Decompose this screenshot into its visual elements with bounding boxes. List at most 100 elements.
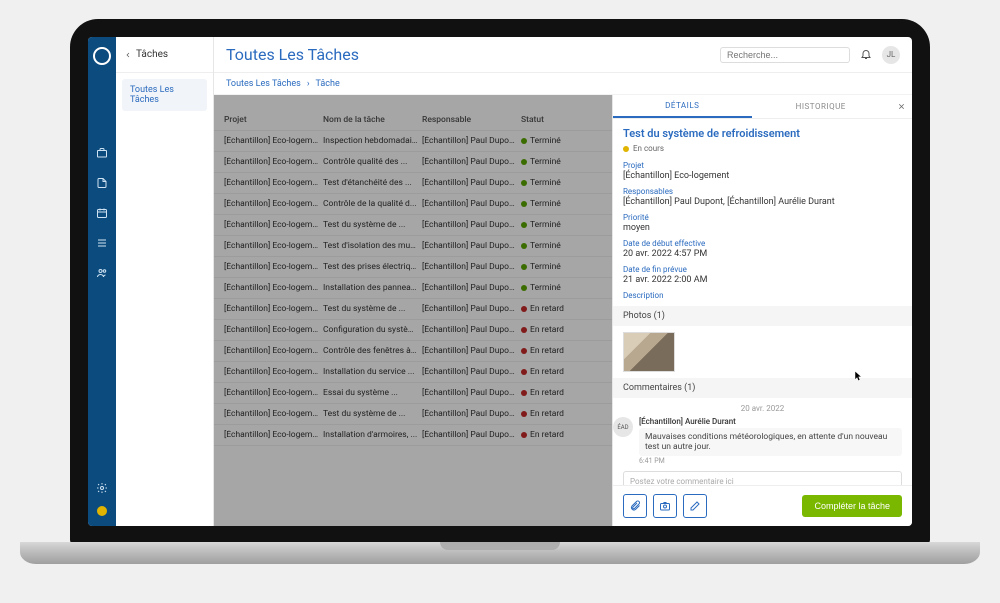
camera-button[interactable] — [653, 494, 677, 518]
complete-task-button[interactable]: Compléter la tâche — [802, 495, 902, 517]
sub-sidebar-header[interactable]: Tâches — [116, 37, 213, 73]
notifications-button[interactable] — [860, 45, 872, 64]
field-label-owners: Responsables — [623, 187, 902, 196]
comment-author: [Échantillon] Aurélie Durant — [639, 417, 902, 426]
task-detail-panel: DÉTAILS HISTORIQUE Test du système de re… — [612, 95, 912, 526]
search-box[interactable] — [720, 47, 850, 63]
cell-owner: [Échantillon] Paul Dupont... — [422, 178, 517, 188]
users-icon[interactable] — [88, 261, 116, 285]
cell-owner: [Échantillon] Paul Dupont... — [422, 367, 517, 377]
table-row[interactable]: [Échantillon] Eco-logement Configuration … — [214, 320, 612, 341]
topbar: Toutes Les Tâches JL — [214, 37, 912, 73]
cell-owner: [Échantillon] Paul Dupont... — [422, 304, 517, 314]
cell-status: Terminé — [521, 178, 571, 188]
field-label-desc: Description — [623, 291, 902, 300]
cell-status: Terminé — [521, 157, 571, 167]
task-status: En cours — [623, 144, 902, 153]
briefcase-icon[interactable] — [88, 141, 116, 165]
cell-status: Terminé — [521, 241, 571, 251]
main-area: Toutes Les Tâches JL Toutes Les Tâches ›… — [214, 37, 912, 526]
cell-project: [Échantillon] Eco-logement — [224, 325, 319, 335]
search-input[interactable] — [727, 50, 844, 60]
page-title: Toutes Les Tâches — [226, 45, 359, 64]
cell-task: Contrôle de la qualité d... — [323, 199, 418, 209]
comment-date: 20 avr. 2022 — [623, 404, 902, 413]
cell-task: Configuration du systèm... — [323, 325, 418, 335]
user-avatar[interactable]: JL — [882, 46, 900, 64]
edit-button[interactable] — [683, 494, 707, 518]
cell-task: Test du système de ... — [323, 220, 418, 230]
breadcrumb-current: Tâche — [316, 79, 340, 89]
mouse-cursor-icon — [854, 366, 864, 376]
cell-owner: [Échantillon] Paul Dupont... — [422, 325, 517, 335]
cell-project: [Échantillon] Eco-logement — [224, 409, 319, 419]
app-logo-icon[interactable] — [93, 47, 111, 65]
table-row[interactable]: [Échantillon] Eco-logementContrôle quali… — [214, 152, 612, 173]
photos-header: Photos (1) — [613, 306, 912, 326]
comment-time: 6:41 PM — [639, 457, 902, 465]
cell-owner: [Échantillon] Paul Dupont... — [422, 241, 517, 251]
attach-button[interactable] — [623, 494, 647, 518]
table-row[interactable]: [Échantillon] Eco-logementEssai du systè… — [214, 383, 612, 404]
table-row[interactable]: [Échantillon] Eco-logementInspection heb… — [214, 131, 612, 152]
cell-task: Installation des panneau... — [323, 283, 418, 293]
status-indicator-icon — [97, 506, 107, 516]
cell-owner: [Échantillon] Paul Dupont... — [422, 346, 517, 356]
icon-rail — [88, 37, 116, 526]
cell-task: Test du système de ... — [323, 409, 418, 419]
tab-details[interactable]: DÉTAILS — [613, 95, 752, 118]
table-row[interactable]: [Échantillon] Eco-logement Test du systèm… — [214, 215, 612, 236]
cell-status: Terminé — [521, 136, 571, 146]
cell-task: Test des prises électriqu... — [323, 262, 418, 272]
cell-owner: [Échantillon] Paul Dupont... — [422, 409, 517, 419]
cell-task: Installation d'armoires, ... — [323, 430, 418, 440]
list-icon[interactable] — [88, 231, 116, 255]
task-title: Test du système de refroidissement — [623, 127, 902, 140]
table-row[interactable]: [Échantillon] Eco-logement Test du systèm… — [214, 404, 612, 425]
table-row[interactable]: [Échantillon] Eco-logement Contrôle des f… — [214, 341, 612, 362]
cell-owner: [Échantillon] Paul Dupont... — [422, 283, 517, 293]
cell-task: Test d'étanchéité des ... — [323, 178, 418, 188]
cell-owner: [Échantillon] Paul Dupont... — [422, 262, 517, 272]
cell-project: [Échantillon] Eco-logement — [224, 388, 319, 398]
cell-status: En retard — [521, 430, 571, 440]
settings-icon[interactable] — [88, 476, 116, 500]
cell-project: [Échantillon] Eco-logement — [224, 136, 319, 146]
table-row[interactable]: [Échantillon] Eco-logementInstallation d… — [214, 362, 612, 383]
breadcrumb-root[interactable]: Toutes Les Tâches — [226, 79, 301, 89]
table-row[interactable]: [Échantillon] Eco-logement Test des prise… — [214, 257, 612, 278]
col-owner[interactable]: Responsable — [422, 115, 517, 125]
table-row[interactable]: [Échantillon] Eco-logementInstallation d… — [214, 278, 612, 299]
comment-input[interactable]: Postez votre commentaire ici — [623, 471, 902, 485]
table-header-row: Projet Nom de la tâche Responsable Statu… — [214, 95, 612, 131]
detail-tabs: DÉTAILS HISTORIQUE — [613, 95, 912, 119]
document-icon[interactable] — [88, 171, 116, 195]
col-task[interactable]: Nom de la tâche — [323, 115, 418, 125]
cell-status: En retard — [521, 388, 571, 398]
table-row[interactable]: [Échantillon] Eco-logementInstallation d… — [214, 425, 612, 446]
sub-sidebar: Tâches Toutes Les Tâches — [116, 37, 214, 526]
tab-history[interactable]: HISTORIQUE — [752, 95, 891, 118]
field-value-owners: [Échantillon] Paul Dupont, [Échantillon]… — [623, 197, 902, 207]
cell-task: Contrôle des fenêtres à ... — [323, 346, 418, 356]
col-status[interactable]: Statut — [521, 115, 571, 125]
cell-status: En retard — [521, 409, 571, 419]
field-value-start: 20 avr. 2022 4:57 PM — [623, 249, 902, 259]
cell-project: [Échantillon] Eco-logement — [224, 262, 319, 272]
table-row[interactable]: [Échantillon] Eco-logementTest d'isolati… — [214, 236, 612, 257]
table-row[interactable]: [Échantillon] Eco-logement Test d'étanché… — [214, 173, 612, 194]
table-row[interactable]: [Échantillon] Eco-logement Contrôle de la… — [214, 194, 612, 215]
photo-thumbnail[interactable] — [623, 332, 675, 372]
detail-footer: Compléter la tâche — [613, 485, 912, 526]
cell-project: [Échantillon] Eco-logement — [224, 178, 319, 188]
cell-project: [Échantillon] Eco-logement — [224, 199, 319, 209]
cell-task: Contrôle qualité des ... — [323, 157, 418, 167]
col-project[interactable]: Projet — [224, 115, 319, 125]
calendar-icon[interactable] — [88, 201, 116, 225]
cell-project: [Échantillon] Eco-logement — [224, 346, 319, 356]
table-row[interactable]: [Échantillon] Eco-logementTest du systèm… — [214, 299, 612, 320]
sidebar-item-all-tasks[interactable]: Toutes Les Tâches — [122, 79, 207, 111]
cell-status: Terminé — [521, 262, 571, 272]
close-panel-button[interactable] — [890, 95, 912, 118]
cell-project: [Échantillon] Eco-logement — [224, 220, 319, 230]
